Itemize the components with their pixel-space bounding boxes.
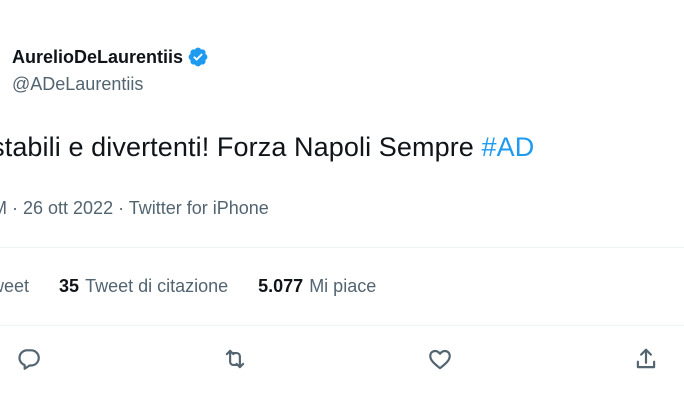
quotes-label: Tweet di citazione: [85, 276, 229, 296]
author-display-name[interactable]: AurelioDeLaurentiis: [12, 47, 183, 68]
likes-label: Mi piace: [309, 276, 377, 296]
quotes-stat[interactable]: 35 Tweet di citazione: [59, 276, 228, 297]
author-handle[interactable]: @ADeLaurentiis: [12, 74, 143, 95]
reply-icon[interactable]: [16, 346, 42, 372]
retweets-label: tweet: [0, 276, 30, 296]
verified-badge-icon: [187, 46, 209, 68]
retweets-stat[interactable]: tweet: [0, 276, 29, 297]
share-icon[interactable]: [633, 346, 659, 372]
like-icon[interactable]: [427, 346, 453, 372]
tweet-stats: tweet 35 Tweet di citazione 5.077 Mi pia…: [0, 276, 406, 297]
author-name-row[interactable]: AurelioDeLaurentiis: [12, 44, 209, 70]
likes-count: 5.077: [258, 276, 304, 296]
tweet-timestamp-source[interactable]: PM · 26 ott 2022 · Twitter for iPhone: [0, 198, 269, 219]
quotes-count: 35: [59, 276, 80, 296]
tweet-body: estabili e divertenti! Forza Napoli Semp…: [0, 132, 482, 162]
divider-top: [0, 247, 684, 248]
tweet-text: estabili e divertenti! Forza Napoli Semp…: [0, 132, 534, 163]
divider-bottom: [0, 325, 684, 326]
likes-stat[interactable]: 5.077 Mi piace: [258, 276, 376, 297]
retweet-icon[interactable]: [222, 346, 248, 372]
tweet-detail: AurelioDeLaurentiis @ADeLaurentiis estab…: [0, 0, 684, 400]
hashtag-link[interactable]: #AD: [482, 132, 535, 162]
